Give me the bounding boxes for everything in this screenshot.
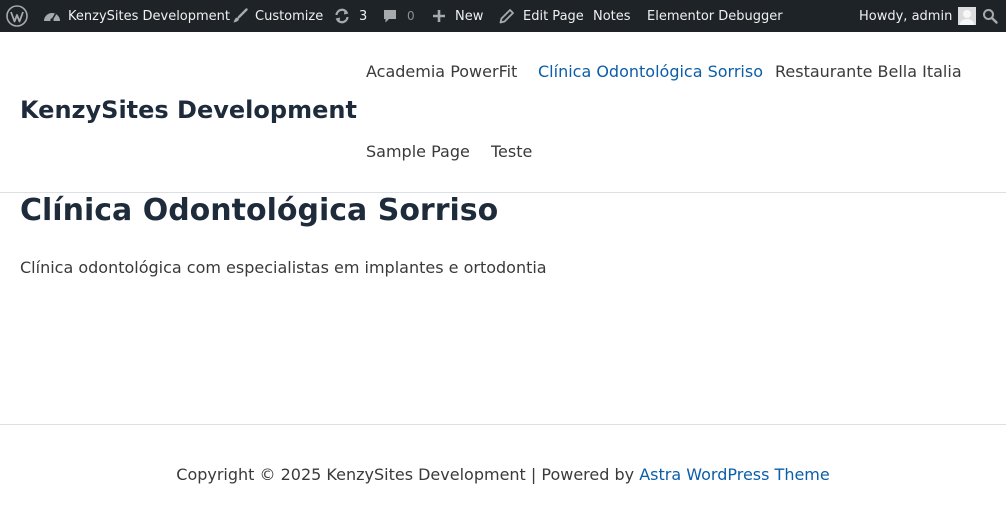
comments-link[interactable]: 0 (382, 0, 415, 32)
avatar (958, 7, 977, 25)
admin-bar-search[interactable] (982, 0, 998, 32)
comment-icon (382, 8, 398, 24)
comments-count: 0 (407, 9, 415, 23)
footer-copyright: Copyright © 2025 KenzySites Development … (0, 465, 1006, 484)
nav-item-sample-page[interactable]: Sample Page (366, 142, 470, 161)
greeting-label: Howdy, admin (859, 8, 953, 24)
account-menu[interactable]: Howdy, admin (859, 0, 977, 32)
page-title: Clínica Odontológica Sorriso (20, 193, 499, 228)
nav-item-teste[interactable]: Teste (491, 142, 532, 161)
new-content-menu[interactable]: New (432, 0, 483, 32)
footer-divider (0, 424, 1006, 425)
updates-count: 3 (359, 8, 368, 24)
customize-link[interactable]: Customize (232, 0, 323, 32)
updates-link[interactable]: 3 (333, 0, 367, 32)
elementor-debugger-link[interactable]: Elementor Debugger (647, 0, 783, 32)
dashboard-icon (43, 8, 61, 24)
admin-bar: KenzySites Development Customize 3 0 New… (0, 0, 1006, 32)
notes-label: Notes (593, 8, 631, 24)
wordpress-logo-icon[interactable] (6, 0, 28, 32)
site-name-menu[interactable]: KenzySites Development (43, 0, 230, 32)
edit-page-link[interactable]: Edit Page (499, 0, 584, 32)
updates-icon (333, 7, 351, 25)
new-label: New (455, 8, 484, 24)
site-name-label: KenzySites Development (68, 8, 231, 24)
plus-icon (432, 9, 446, 23)
paintbrush-icon (232, 8, 248, 24)
notes-link[interactable]: Notes (593, 0, 631, 32)
nav-item-restaurante-bella-italia[interactable]: Restaurante Bella Italia (775, 62, 962, 81)
site-title[interactable]: KenzySites Development (20, 96, 357, 124)
search-icon (982, 8, 998, 24)
page-description: Clínica odontológica com especialistas e… (20, 258, 547, 277)
astra-theme-link[interactable]: Astra WordPress Theme (639, 465, 830, 484)
edit-page-label: Edit Page (523, 8, 584, 24)
debugger-label: Elementor Debugger (647, 8, 783, 24)
copyright-text: Copyright © 2025 KenzySites Development … (176, 465, 640, 484)
nav-item-academia-powerfit[interactable]: Academia PowerFit (366, 62, 517, 81)
nav-item-clinica-odontologica-sorriso[interactable]: Clínica Odontológica Sorriso (538, 62, 763, 81)
customize-label: Customize (255, 8, 324, 24)
pencil-icon (499, 8, 515, 24)
